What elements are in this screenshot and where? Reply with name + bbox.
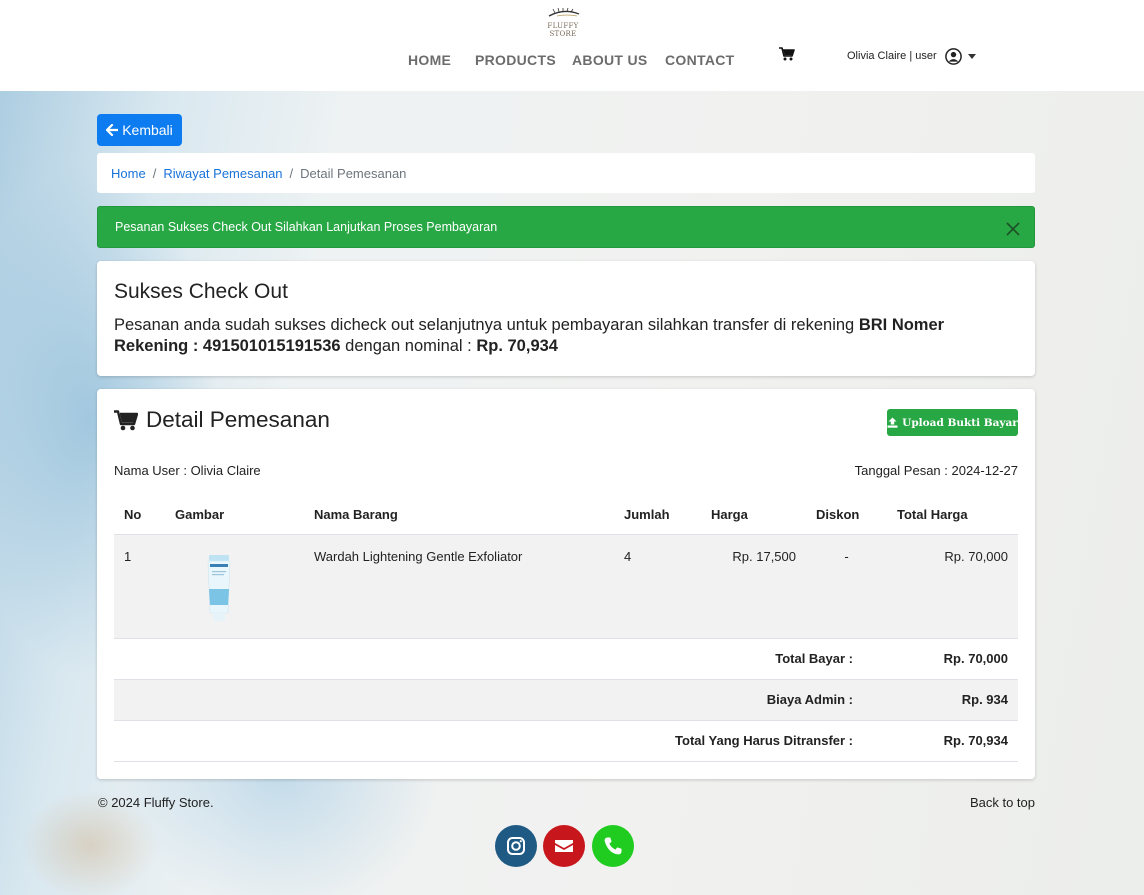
- product-image: [207, 554, 231, 621]
- user-name-label: Olivia Claire | user: [847, 50, 937, 62]
- item-no: 1: [114, 534, 165, 638]
- back-to-top-link[interactable]: Back to top: [970, 795, 1035, 810]
- column-header: Gambar: [165, 496, 304, 535]
- breadcrumb-separator: /: [289, 165, 294, 181]
- item-total: Rp. 70,000: [887, 534, 1018, 638]
- item-discount: -: [806, 534, 887, 638]
- breadcrumb-separator: /: [152, 165, 157, 181]
- column-header: Total Harga: [887, 496, 1018, 535]
- checkout-success-card: Sukses Check Out Pesanan anda sudah suks…: [97, 261, 1035, 376]
- column-header: Nama Barang: [304, 496, 614, 535]
- nav-about-us[interactable]: ABOUT US: [572, 52, 648, 68]
- breadcrumb-current: Detail Pemesanan: [300, 165, 407, 181]
- item-price: Rp. 17,500: [701, 534, 806, 638]
- table-row: 1 Wardah Lightening Gentle Exfoliator 4 …: [114, 534, 1018, 638]
- chevron-down-icon: [967, 53, 976, 59]
- alert-message: Pesanan Sukses Check Out Silahkan Lanjut…: [115, 220, 498, 234]
- email-button[interactable]: [543, 825, 585, 867]
- item-image-cell: [165, 534, 304, 638]
- lashes-logo-icon: [548, 8, 580, 17]
- user-circle-icon: [944, 47, 962, 65]
- nav-products[interactable]: PRODUCTS: [475, 52, 556, 68]
- item-qty: 4: [614, 534, 701, 638]
- breadcrumb-home[interactable]: Home: [111, 166, 146, 181]
- navbar: FLUFFY STORE HOME PRODUCTS ABOUT US CONT…: [0, 0, 1144, 91]
- summary-label: Total Yang Harus Ditransfer :: [114, 719, 887, 762]
- nav-home[interactable]: HOME: [408, 52, 451, 68]
- summary-value: Rp. 70,934: [887, 719, 1018, 762]
- order-detail-card: Detail Pemesanan Upload Bukti Bayar Nama…: [97, 389, 1035, 779]
- breadcrumb: Home / Riwayat Pemesanan / Detail Pemesa…: [97, 153, 1035, 193]
- order-items-table: No Gambar Nama Barang Jumlah Harga Disko…: [114, 496, 1018, 762]
- instagram-icon: [507, 837, 525, 855]
- summary-value: Rp. 934: [887, 678, 1018, 720]
- order-date: Tanggal Pesan : 2024-12-27: [854, 463, 1018, 478]
- upload-proof-label: Upload Bukti Bayar: [902, 416, 1018, 429]
- envelope-icon: [555, 840, 573, 852]
- upload-icon: [887, 417, 898, 428]
- copyright: © 2024 Fluffy Store.: [98, 795, 214, 810]
- item-name: Wardah Lightening Gentle Exfoliator: [304, 534, 614, 638]
- back-button[interactable]: Kembali: [97, 114, 182, 146]
- detail-title: Detail Pemesanan: [114, 407, 330, 433]
- summary-row-transfer: Total Yang Harus Ditransfer : Rp. 70,934: [114, 719, 1018, 762]
- summary-value: Rp. 70,000: [887, 637, 1018, 679]
- phone-icon: [604, 837, 622, 855]
- table-header-row: No Gambar Nama Barang Jumlah Harga Disko…: [114, 496, 1018, 535]
- payment-instruction: Pesanan anda sudah sukses dicheck out se…: [114, 316, 945, 355]
- detail-title-text: Detail Pemesanan: [146, 407, 330, 432]
- instagram-button[interactable]: [495, 825, 537, 867]
- close-icon[interactable]: [1006, 222, 1020, 236]
- user-menu[interactable]: Olivia Claire | user: [847, 46, 976, 66]
- column-header: Harga: [701, 496, 806, 535]
- column-header: Jumlah: [614, 496, 701, 535]
- breadcrumb-order-history[interactable]: Riwayat Pemesanan: [163, 166, 282, 181]
- whatsapp-button[interactable]: [592, 825, 634, 867]
- summary-row-admin: Biaya Admin : Rp. 934: [114, 678, 1018, 720]
- column-header: Diskon: [806, 496, 887, 535]
- transfer-amount: Rp. 70,934: [476, 337, 558, 355]
- cart-icon[interactable]: [779, 47, 795, 61]
- success-title: Sukses Check Out: [114, 280, 288, 303]
- summary-label: Total Bayar :: [114, 637, 887, 679]
- cart-icon: [114, 409, 138, 430]
- brand-logo[interactable]: FLUFFY STORE: [533, 8, 593, 38]
- success-alert: Pesanan Sukses Check Out Silahkan Lanjut…: [97, 206, 1035, 248]
- back-button-label: Kembali: [122, 122, 173, 138]
- nav-contact[interactable]: CONTACT: [665, 52, 735, 68]
- column-header: No: [114, 496, 165, 535]
- arrow-left-icon: [106, 124, 119, 136]
- order-user: Nama User : Olivia Claire: [114, 463, 261, 478]
- brand-name: FLUFFY STORE: [547, 22, 579, 38]
- upload-proof-button[interactable]: Upload Bukti Bayar: [887, 409, 1018, 436]
- summary-label: Biaya Admin :: [114, 678, 887, 720]
- summary-row-total: Total Bayar : Rp. 70,000: [114, 637, 1018, 679]
